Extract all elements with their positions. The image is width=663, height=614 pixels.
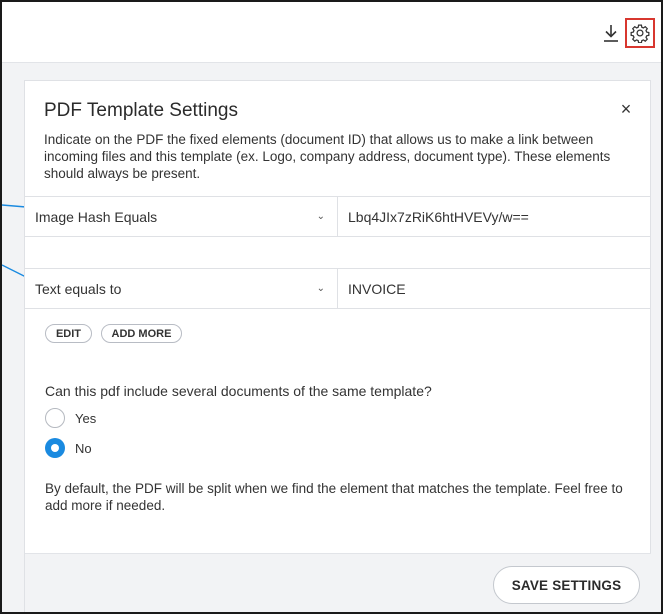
rule-row: Image Hash Equals ⌄ Lbq4JIx7zRiK6htHVEVy… <box>25 196 651 237</box>
rule-condition-label: Text equals to <box>35 280 122 297</box>
edit-button[interactable]: EDIT <box>45 324 92 343</box>
split-question: Can this pdf include several documents o… <box>45 383 432 399</box>
add-more-button[interactable]: ADD MORE <box>101 324 182 343</box>
radio-label: No <box>75 440 92 456</box>
radio-button[interactable] <box>45 408 65 428</box>
panel-title: PDF Template Settings <box>44 100 238 121</box>
download-button[interactable] <box>596 18 626 48</box>
split-footnote: By default, the PDF will be split when w… <box>45 481 623 513</box>
rule-value-field[interactable]: Lbq4JIx7zRiK6htHVEVy/w== <box>338 197 651 236</box>
download-icon <box>604 25 618 42</box>
template-settings-panel: PDF Template Settings × Indicate on the … <box>24 80 651 612</box>
radio-label: Yes <box>75 410 97 426</box>
chevron-down-icon: ⌄ <box>316 211 325 222</box>
radio-option-no[interactable]: No <box>45 438 92 458</box>
flow-connector-lines <box>2 204 26 278</box>
rule-condition-select[interactable]: Text equals to ⌄ <box>25 269 338 308</box>
settings-button[interactable] <box>625 18 655 48</box>
panel-description: Indicate on the PDF the fixed elements (… <box>44 132 611 181</box>
rule-condition-select[interactable]: Image Hash Equals ⌄ <box>25 197 338 236</box>
rule-condition-label: Image Hash Equals <box>35 208 158 225</box>
radio-button-selected[interactable] <box>45 438 65 458</box>
panel-footer: SAVE SETTINGS <box>25 553 651 612</box>
rule-row: Text equals to ⌄ INVOICE <box>25 268 651 309</box>
app-window: PDF Template Settings × Indicate on the … <box>0 0 663 614</box>
save-settings-button[interactable]: SAVE SETTINGS <box>493 566 640 604</box>
rule-value-field[interactable]: INVOICE <box>338 269 651 308</box>
radio-option-yes[interactable]: Yes <box>45 408 96 428</box>
chevron-down-icon: ⌄ <box>316 283 325 294</box>
gear-icon <box>630 24 650 43</box>
top-toolbar <box>2 2 661 63</box>
close-button[interactable]: × <box>616 99 636 119</box>
